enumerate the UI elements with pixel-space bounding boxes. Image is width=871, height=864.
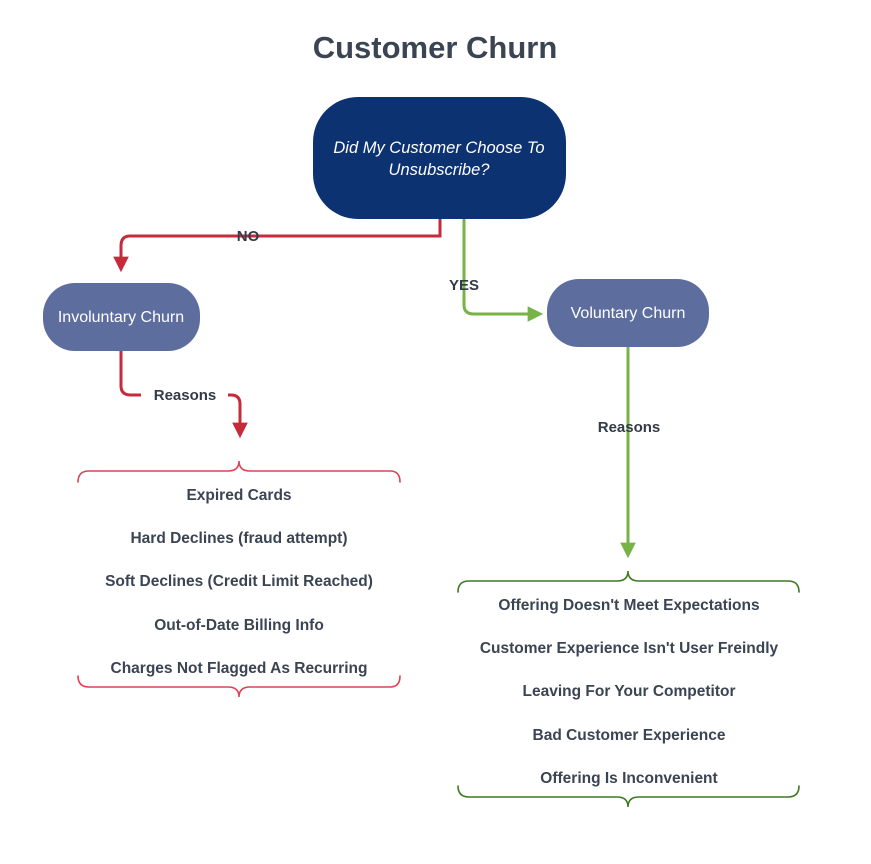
reason-item: Hard Declines (fraud attempt) xyxy=(130,530,347,547)
brace-voluntary-bottom xyxy=(457,785,800,808)
node-voluntary-churn[interactable]: Voluntary Churn xyxy=(547,279,709,347)
edge-label-yes: YES xyxy=(449,277,479,294)
node-involuntary-label: Involuntary Churn xyxy=(58,309,184,326)
node-root-shape xyxy=(313,97,566,219)
edge-label-voluntary-reasons: Reasons xyxy=(598,419,661,436)
reasons-list-voluntary: Offering Doesn't Meet Expectations Custo… xyxy=(480,597,779,787)
node-root-question[interactable]: Did My Customer Choose To Unsubscribe? xyxy=(313,97,566,219)
reason-item: Offering Is Inconvenient xyxy=(540,770,717,787)
edge-yes xyxy=(462,218,544,322)
edge-involuntary-reasons-left xyxy=(119,351,141,397)
reason-item: Expired Cards xyxy=(186,487,291,504)
reason-item: Bad Customer Experience xyxy=(533,727,726,744)
node-root-label-line2: Unsubscribe? xyxy=(389,161,491,179)
brace-involuntary-top xyxy=(77,460,401,483)
edge-no xyxy=(113,218,442,273)
reason-item: Soft Declines (Credit Limit Reached) xyxy=(105,573,373,590)
reason-item: Out-of-Date Billing Info xyxy=(154,617,324,634)
reason-item: Customer Experience Isn't User Freindly xyxy=(480,640,779,657)
brace-involuntary-bottom xyxy=(77,675,401,698)
churn-flowchart: Customer Churn NO YES Did My Customer Ch… xyxy=(43,30,800,808)
reason-item: Offering Doesn't Meet Expectations xyxy=(498,597,759,614)
edge-involuntary-reasons-right xyxy=(228,393,248,439)
node-root-label-line1: Did My Customer Choose To xyxy=(333,139,544,157)
node-voluntary-label: Voluntary Churn xyxy=(571,305,686,322)
node-involuntary-churn[interactable]: Involuntary Churn xyxy=(43,283,200,351)
reason-item: Leaving For Your Competitor xyxy=(523,683,736,700)
reasons-list-involuntary: Expired Cards Hard Declines (fraud attem… xyxy=(105,487,373,677)
reason-item: Charges Not Flagged As Recurring xyxy=(111,660,368,677)
edge-label-involuntary-reasons: Reasons xyxy=(154,387,217,404)
page-title: Customer Churn xyxy=(313,30,558,65)
brace-voluntary-top xyxy=(457,570,800,593)
edge-label-no: NO xyxy=(237,228,260,245)
